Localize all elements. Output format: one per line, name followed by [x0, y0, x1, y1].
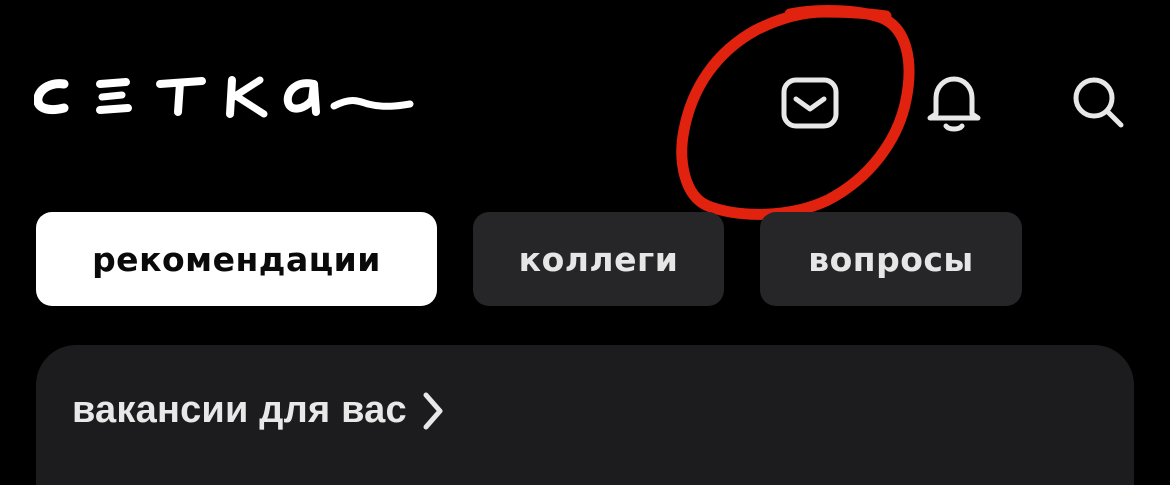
vacancies-link[interactable]: вакансии для вас [72, 389, 445, 432]
messages-button[interactable] [774, 66, 846, 138]
app-logo[interactable] [34, 70, 414, 130]
bell-icon [927, 76, 981, 132]
tab-recommendations[interactable]: рекомендации [36, 212, 437, 306]
vacancies-card: вакансии для вас [36, 345, 1134, 485]
section-title: вакансии для вас [72, 389, 407, 431]
tab-label: рекомендации [92, 239, 381, 279]
chevron-right-icon [421, 391, 445, 431]
tab-label: коллеги [518, 239, 679, 279]
tab-colleagues[interactable]: коллеги [473, 212, 724, 306]
tab-questions[interactable]: вопросы [760, 212, 1022, 306]
search-icon [1073, 77, 1124, 128]
app-header [0, 0, 1170, 220]
search-button[interactable] [1062, 66, 1134, 138]
tab-label: вопросы [808, 239, 974, 279]
notifications-button[interactable] [918, 66, 990, 138]
envelope-icon [781, 77, 839, 129]
